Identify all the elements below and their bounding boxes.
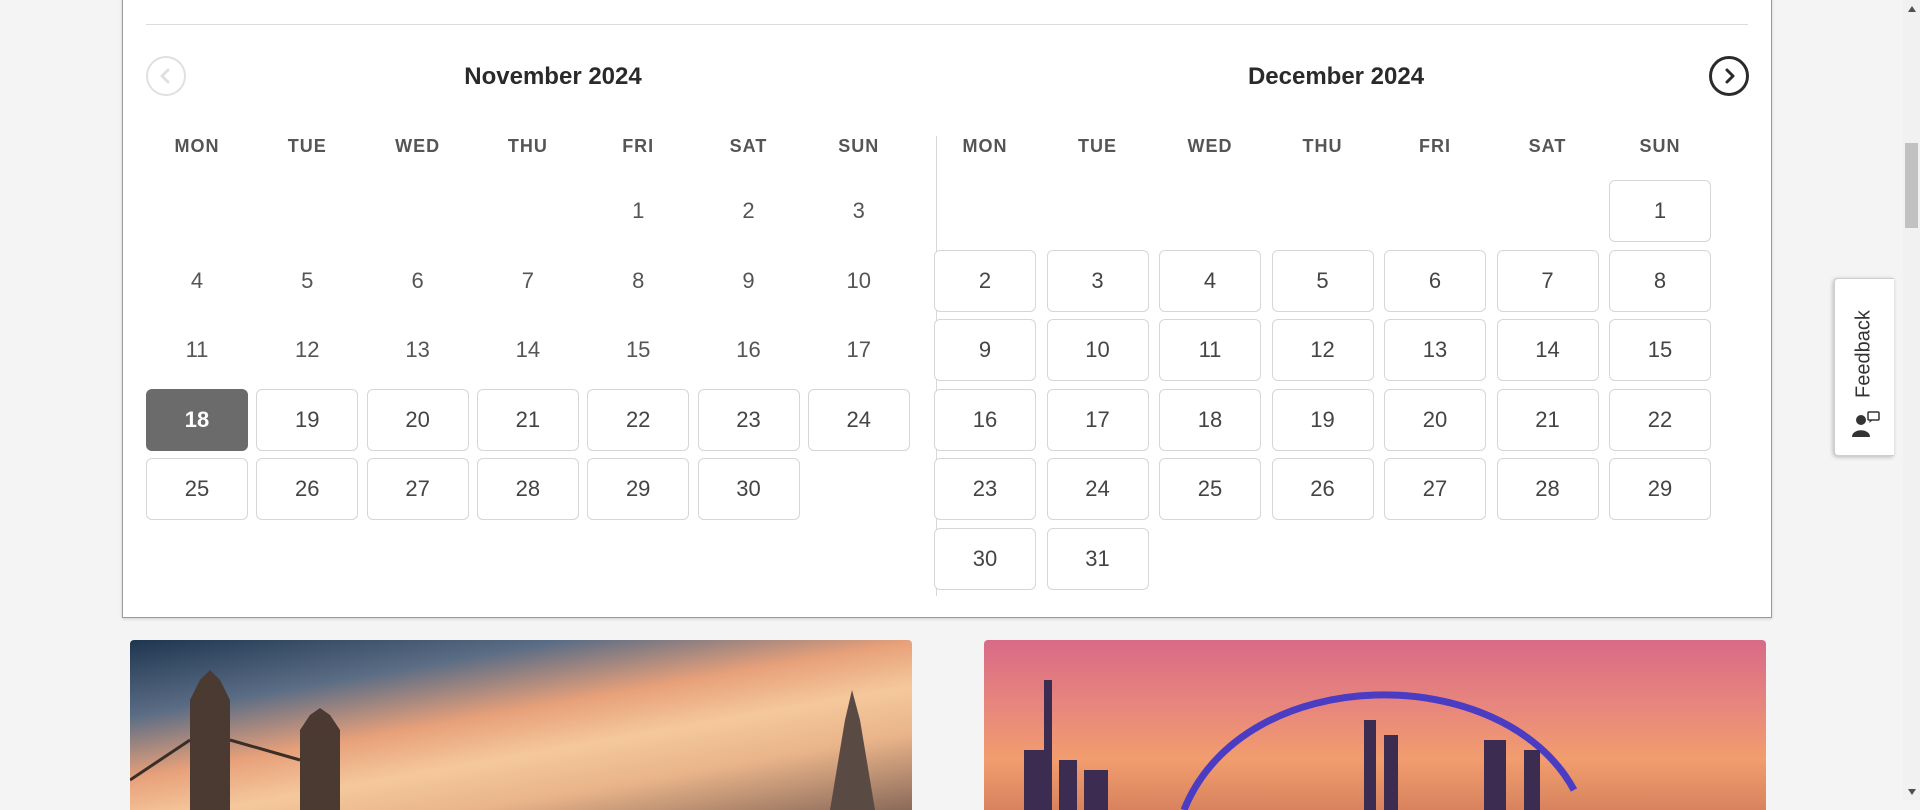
- selected-day-cell[interactable]: 18: [146, 388, 248, 451]
- day-cell[interactable]: 16: [934, 388, 1036, 451]
- weekday-fri: FRI: [622, 136, 655, 156]
- day-cell: 8: [632, 267, 645, 293]
- vertical-scrollbar[interactable]: [1903, 0, 1920, 800]
- day-cell[interactable]: 25: [1159, 458, 1261, 520]
- day-cell: 1: [632, 198, 645, 223]
- tower-bridge-silhouette: [130, 670, 875, 810]
- day-cell: 14: [515, 337, 541, 362]
- next-month-button[interactable]: [1709, 56, 1749, 96]
- day-cell: 15: [625, 337, 651, 362]
- day-cell: 6: [411, 267, 424, 293]
- day-cell[interactable]: 25: [146, 458, 248, 520]
- day-cell[interactable]: 27: [366, 458, 469, 520]
- day-cell[interactable]: 26: [256, 458, 359, 520]
- day-cell[interactable]: 13: [1384, 319, 1486, 381]
- day-cell: 2: [742, 198, 755, 223]
- month-title-december: December 2024: [1247, 63, 1425, 90]
- day-cell[interactable]: 2: [934, 249, 1036, 312]
- day-cell[interactable]: 19: [1271, 388, 1374, 451]
- day-cell[interactable]: 23: [697, 388, 800, 451]
- day-cell: 9: [742, 267, 755, 293]
- chevron-right-icon: [1725, 68, 1735, 84]
- day-cell: 4: [190, 267, 204, 293]
- day-cell[interactable]: 11: [1159, 319, 1261, 381]
- day-cell[interactable]: 3: [1046, 249, 1149, 312]
- weekday-sun: SUN: [838, 136, 880, 156]
- day-cell[interactable]: 5: [1271, 249, 1374, 312]
- date-picker-panel: November 2024 December 2024 MON TUE WED THU…: [122, 0, 1772, 618]
- day-cell[interactable]: 24: [1046, 458, 1149, 520]
- day-cell[interactable]: 21: [1496, 388, 1599, 451]
- day-cell[interactable]: 8: [1609, 249, 1711, 312]
- day-cell[interactable]: 22: [587, 388, 690, 451]
- day-cell[interactable]: 29: [1609, 458, 1711, 520]
- scroll-up-arrow-icon[interactable]: [1903, 0, 1920, 17]
- day-cell[interactable]: 1: [1609, 180, 1711, 242]
- day-cell[interactable]: 4: [1159, 249, 1261, 312]
- day-cell[interactable]: 24: [807, 388, 910, 451]
- weekday-fri: FRI: [1419, 136, 1451, 156]
- dubai-skyline-silhouette: [1024, 680, 1578, 810]
- day-cell[interactable]: 28: [1496, 458, 1599, 520]
- weekday-tue: TUE: [287, 136, 327, 156]
- dubai-bridge-photo[interactable]: [984, 640, 1766, 810]
- feedback-label: Feedback: [1852, 310, 1875, 398]
- chevron-left-icon: [160, 68, 170, 84]
- weekday-thu: THU: [507, 136, 548, 156]
- day-cell: 10: [846, 267, 872, 293]
- weekday-sat: SAT: [729, 136, 768, 156]
- day-cell[interactable]: 31: [1046, 527, 1149, 590]
- weekday-wed: WED: [395, 136, 441, 156]
- day-cell[interactable]: 20: [1384, 388, 1486, 451]
- day-cell[interactable]: 12: [1271, 319, 1374, 381]
- month-title-november: November 2024: [464, 63, 642, 90]
- person-chat-icon: [1852, 411, 1880, 437]
- weekday-sun: SUN: [1639, 136, 1681, 156]
- day-cell[interactable]: 26: [1271, 458, 1374, 520]
- day-cell[interactable]: 6: [1384, 249, 1486, 312]
- day-cell[interactable]: 19: [256, 388, 359, 451]
- day-cell[interactable]: 22: [1609, 388, 1711, 451]
- weekday-mon: MON: [962, 136, 1008, 156]
- top-divider: [146, 24, 1748, 25]
- day-cell: 17: [846, 337, 872, 362]
- weekday-tue: TUE: [1078, 136, 1117, 156]
- scrollbar-thumb[interactable]: [1905, 143, 1918, 228]
- day-cell[interactable]: 27: [1384, 458, 1486, 520]
- scroll-down-arrow-icon[interactable]: [1903, 783, 1920, 800]
- weekday-wed: WED: [1187, 136, 1233, 156]
- day-cell: 5: [301, 267, 314, 293]
- day-cell[interactable]: 30: [697, 458, 800, 520]
- day-cell[interactable]: 17: [1046, 388, 1149, 451]
- day-cell[interactable]: 10: [1046, 319, 1149, 381]
- day-cell: 13: [405, 337, 430, 362]
- day-cell: 11: [185, 337, 209, 362]
- day-cell[interactable]: 28: [476, 458, 579, 520]
- day-cell[interactable]: 18: [1159, 388, 1261, 451]
- day-cell: 16: [736, 337, 761, 362]
- feedback-tab[interactable]: Feedback: [1834, 278, 1894, 456]
- day-cell[interactable]: 20: [366, 388, 469, 451]
- london-tower-bridge-photo[interactable]: [130, 640, 912, 810]
- weekday-mon: MON: [174, 136, 220, 156]
- day-cell: 7: [521, 267, 535, 293]
- day-cell[interactable]: 9: [934, 319, 1036, 381]
- day-cell[interactable]: 15: [1609, 319, 1711, 381]
- day-cell[interactable]: 14: [1496, 319, 1599, 381]
- weekday-thu: THU: [1302, 136, 1343, 156]
- day-cell: 3: [852, 198, 865, 223]
- day-cell[interactable]: 7: [1496, 249, 1599, 312]
- weekday-sat: SAT: [1528, 136, 1567, 156]
- day-cell[interactable]: 30: [934, 527, 1036, 590]
- prev-month-button[interactable]: [146, 56, 186, 96]
- day-cell[interactable]: 21: [476, 388, 579, 451]
- day-cell[interactable]: 23: [934, 458, 1036, 520]
- day-cell: 12: [295, 337, 320, 362]
- day-cell[interactable]: 29: [587, 458, 690, 520]
